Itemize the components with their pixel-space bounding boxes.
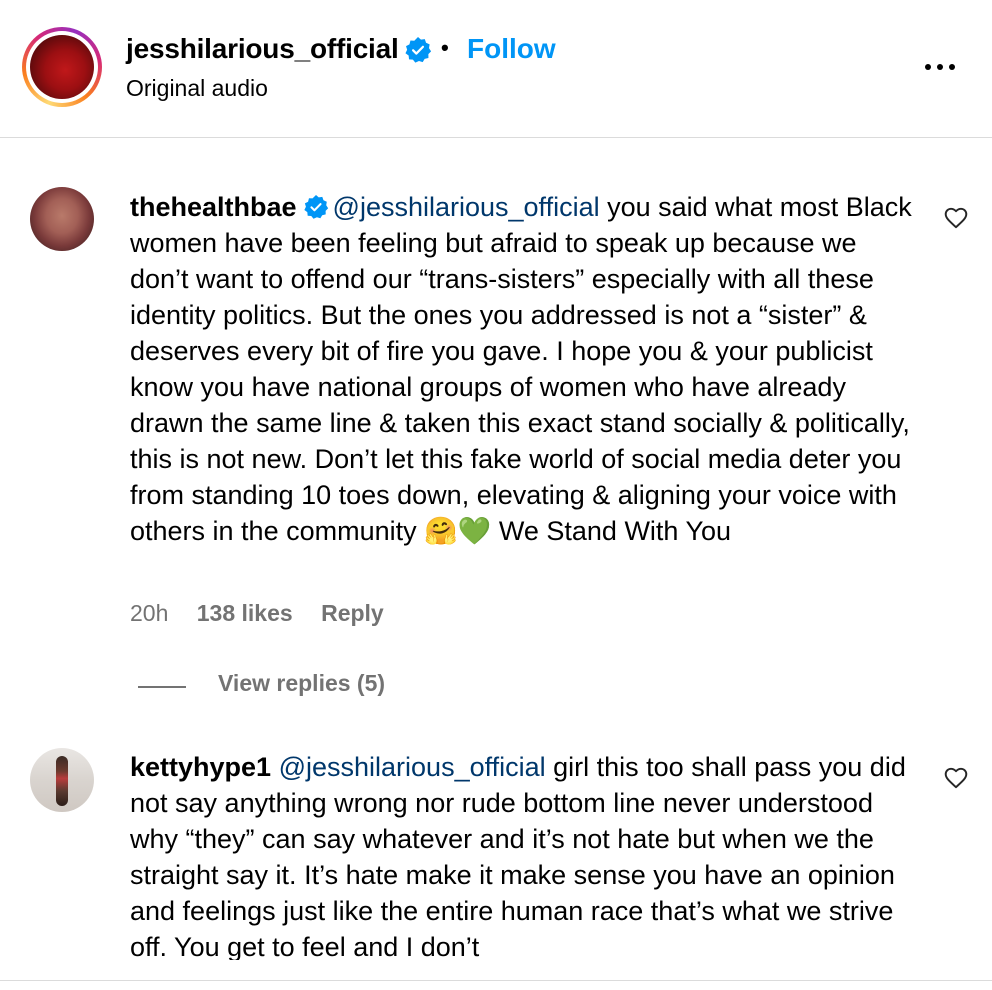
reply-button[interactable]: Reply [321,600,384,626]
avatar-image [30,35,94,99]
more-horizontal-icon[interactable] [922,55,958,79]
comment-text: you said what most Black women have been… [130,192,912,546]
comment-text: girl this too shall pass you did not say… [130,752,906,962]
verified-badge-icon [405,37,432,63]
scroll-cutoff [0,960,992,990]
audio-label[interactable]: Original audio [126,75,268,102]
follow-button[interactable]: Follow [467,33,556,65]
comment-meta: 20h 138 likes Reply [130,600,406,627]
comment-mention[interactable]: @jesshilarious_official [333,192,600,222]
post-header: jesshilarious_official • Follow Original… [0,0,992,138]
separator-dot: • [441,35,449,60]
comment-time: 20h [130,600,169,626]
comment-likes[interactable]: 138 likes [197,600,293,626]
like-heart-icon[interactable] [943,205,969,231]
comment-username[interactable]: thehealthbae [130,192,297,222]
replies-divider [138,686,186,688]
verified-badge-icon [303,194,328,219]
comment-body: thehealthbae @jesshilarious_official you… [130,189,920,549]
comment-mention[interactable]: @jesshilarious_official [279,752,546,782]
commenter-avatar[interactable] [30,748,94,812]
commenter-avatar[interactable] [30,187,94,251]
profile-avatar[interactable] [22,27,102,107]
header-username[interactable]: jesshilarious_official [126,33,399,65]
comment-body: kettyhype1 @jesshilarious_official girl … [130,749,920,965]
bottom-divider [0,980,992,981]
like-heart-icon[interactable] [943,765,969,791]
view-replies-button[interactable]: View replies (5) [218,670,385,697]
comment-username[interactable]: kettyhype1 [130,752,271,782]
